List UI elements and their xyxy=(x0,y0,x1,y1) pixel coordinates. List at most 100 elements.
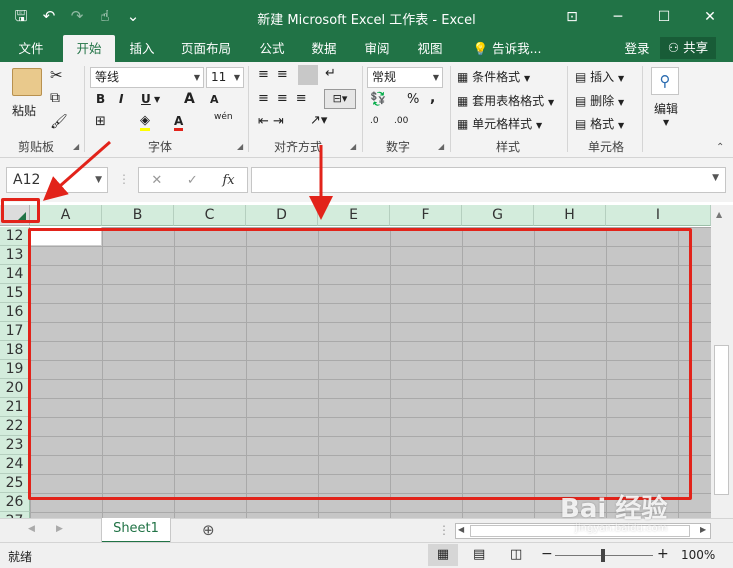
scroll-left-icon[interactable]: ◀ xyxy=(458,525,464,534)
row-header-26[interactable]: 26 xyxy=(0,493,30,512)
row-header-24[interactable]: 24 xyxy=(0,455,30,474)
row-header-20[interactable]: 20 xyxy=(0,379,30,398)
drag-handle-icon[interactable]: ⋮ xyxy=(118,172,130,186)
search-icon[interactable]: ⚲ xyxy=(651,67,679,95)
next-sheet-icon[interactable]: ▶ xyxy=(56,524,63,534)
tab-review[interactable]: 审阅 xyxy=(355,35,399,62)
conditional-formatting-button[interactable]: ▦ 条件格式 ▼ xyxy=(457,68,530,85)
column-header-g[interactable]: G xyxy=(462,205,534,226)
phonetic-guide-icon[interactable]: wén xyxy=(214,112,233,122)
number-launcher-icon[interactable]: ◢ xyxy=(438,142,444,151)
merge-center-icon[interactable]: ⊟▾ xyxy=(324,89,356,109)
column-header-e[interactable]: E xyxy=(318,205,390,226)
bold-button[interactable]: B xyxy=(96,92,105,106)
column-header-i[interactable]: I xyxy=(606,205,711,226)
vertical-scroll-thumb[interactable] xyxy=(714,345,729,495)
editing-button[interactable]: 编辑 xyxy=(654,100,678,117)
page-layout-view-icon[interactable]: ▤ xyxy=(473,547,485,562)
tab-formulas[interactable]: 公式 xyxy=(250,35,294,62)
row-header-15[interactable]: 15 xyxy=(0,284,30,303)
borders-icon[interactable]: ⊞ xyxy=(95,114,106,129)
accounting-format-icon[interactable]: 💱 xyxy=(370,92,386,107)
grow-font-button[interactable]: A xyxy=(184,91,195,107)
tab-page-layout[interactable]: 页面布局 xyxy=(172,35,240,62)
column-header-a[interactable]: A xyxy=(30,205,102,226)
decrease-decimal-button[interactable]: .00 xyxy=(394,116,408,126)
align-bottom-icon[interactable] xyxy=(298,65,318,85)
row-header-16[interactable]: 16 xyxy=(0,303,30,322)
tab-file[interactable]: 文件 xyxy=(6,35,56,62)
wrap-text-icon[interactable]: ↵ xyxy=(325,66,336,81)
format-painter-icon[interactable]: 🖌 xyxy=(50,114,68,130)
number-format-select[interactable]: 常规 ▼ xyxy=(367,67,443,88)
comma-style-button[interactable]: , xyxy=(430,90,435,106)
tab-data[interactable]: 数据 xyxy=(302,35,346,62)
row-header-21[interactable]: 21 xyxy=(0,398,30,417)
row-header-23[interactable]: 23 xyxy=(0,436,30,455)
column-header-h[interactable]: H xyxy=(534,205,606,226)
cell-styles-button[interactable]: ▦ 单元格样式 ▼ xyxy=(457,115,542,132)
paste-button[interactable]: 粘贴 xyxy=(12,102,36,119)
cut-icon[interactable]: ✂ xyxy=(50,66,63,84)
collapse-ribbon-icon[interactable]: ⌃ xyxy=(716,142,724,153)
percent-style-button[interactable]: % xyxy=(407,92,419,107)
zoom-slider-thumb[interactable] xyxy=(601,549,605,562)
scroll-up-icon[interactable]: ▲ xyxy=(716,210,722,219)
normal-view-icon[interactable]: ▦ xyxy=(428,544,458,566)
vertical-scrollbar[interactable]: ▲ xyxy=(711,205,733,518)
tab-splitter-icon[interactable]: ⋮ xyxy=(438,523,450,537)
tell-me-box[interactable]: 💡 告诉我... xyxy=(468,35,546,62)
cancel-icon[interactable]: ✕ xyxy=(151,173,162,188)
copy-icon[interactable]: ⧉ xyxy=(50,90,60,106)
font-size-select[interactable]: 11 ▼ xyxy=(206,67,244,88)
maximize-icon[interactable]: ☐ xyxy=(641,0,687,35)
orientation-icon[interactable]: ↗▾ xyxy=(310,113,327,128)
tab-home[interactable]: 开始 xyxy=(63,35,115,62)
format-cells-button[interactable]: ▤ 格式 ▼ xyxy=(575,115,624,132)
column-header-b[interactable]: B xyxy=(102,205,174,226)
row-header-12[interactable]: 12 xyxy=(0,227,30,246)
sheet-tab-sheet1[interactable]: Sheet1 xyxy=(102,518,170,543)
tab-view[interactable]: 视图 xyxy=(408,35,452,62)
shrink-font-button[interactable]: A xyxy=(210,93,219,106)
clipboard-launcher-icon[interactable]: ◢ xyxy=(73,142,79,151)
chevron-down-icon[interactable]: ▼ xyxy=(663,118,669,127)
zoom-out-button[interactable]: − xyxy=(541,546,553,562)
expand-formula-bar-icon[interactable]: ▼ xyxy=(712,173,719,183)
row-header-17[interactable]: 17 xyxy=(0,322,30,341)
row-header-22[interactable]: 22 xyxy=(0,417,30,436)
tab-insert[interactable]: 插入 xyxy=(120,35,164,62)
insert-function-button[interactable]: fx xyxy=(222,173,234,188)
prev-sheet-icon[interactable]: ◀ xyxy=(28,524,35,534)
fill-color-icon[interactable]: ◈ xyxy=(140,114,150,131)
scroll-right-icon[interactable]: ▶ xyxy=(700,525,706,534)
sign-in-link[interactable]: 登录 xyxy=(618,35,656,62)
font-color-icon[interactable]: A xyxy=(174,114,184,131)
name-box[interactable]: A12 ▼ xyxy=(6,167,108,193)
column-header-c[interactable]: C xyxy=(174,205,246,226)
vertical-align-icons[interactable]: ≡≡ xyxy=(258,67,296,82)
close-icon[interactable]: ✕ xyxy=(687,0,733,35)
zoom-level[interactable]: 100% xyxy=(681,548,715,562)
font-launcher-icon[interactable]: ◢ xyxy=(237,142,243,151)
format-as-table-button[interactable]: ▦ 套用表格格式 ▼ xyxy=(457,92,554,109)
column-header-d[interactable]: D xyxy=(246,205,318,226)
enter-icon[interactable]: ✓ xyxy=(187,173,198,188)
page-break-view-icon[interactable]: ◫ xyxy=(510,547,522,562)
row-header-18[interactable]: 18 xyxy=(0,341,30,360)
alignment-launcher-icon[interactable]: ◢ xyxy=(350,142,356,151)
minimize-icon[interactable]: ─ xyxy=(595,0,641,35)
zoom-in-button[interactable]: + xyxy=(657,546,669,562)
row-header-25[interactable]: 25 xyxy=(0,474,30,493)
chevron-down-icon[interactable]: ▼ xyxy=(154,95,160,104)
share-button[interactable]: ⚇ 共享 xyxy=(660,37,716,59)
indent-icons[interactable]: ⇤ ⇥ xyxy=(258,114,284,129)
delete-cells-button[interactable]: ▤ 删除 ▼ xyxy=(575,92,624,109)
formula-input[interactable]: ▼ xyxy=(251,167,726,193)
font-name-select[interactable]: 等线 ▼ xyxy=(90,67,204,88)
new-sheet-icon[interactable]: ⊕ xyxy=(202,521,215,539)
insert-cells-button[interactable]: ▤ 插入 ▼ xyxy=(575,68,624,85)
row-header-14[interactable]: 14 xyxy=(0,265,30,284)
italic-button[interactable]: I xyxy=(119,92,123,106)
column-header-f[interactable]: F xyxy=(390,205,462,226)
